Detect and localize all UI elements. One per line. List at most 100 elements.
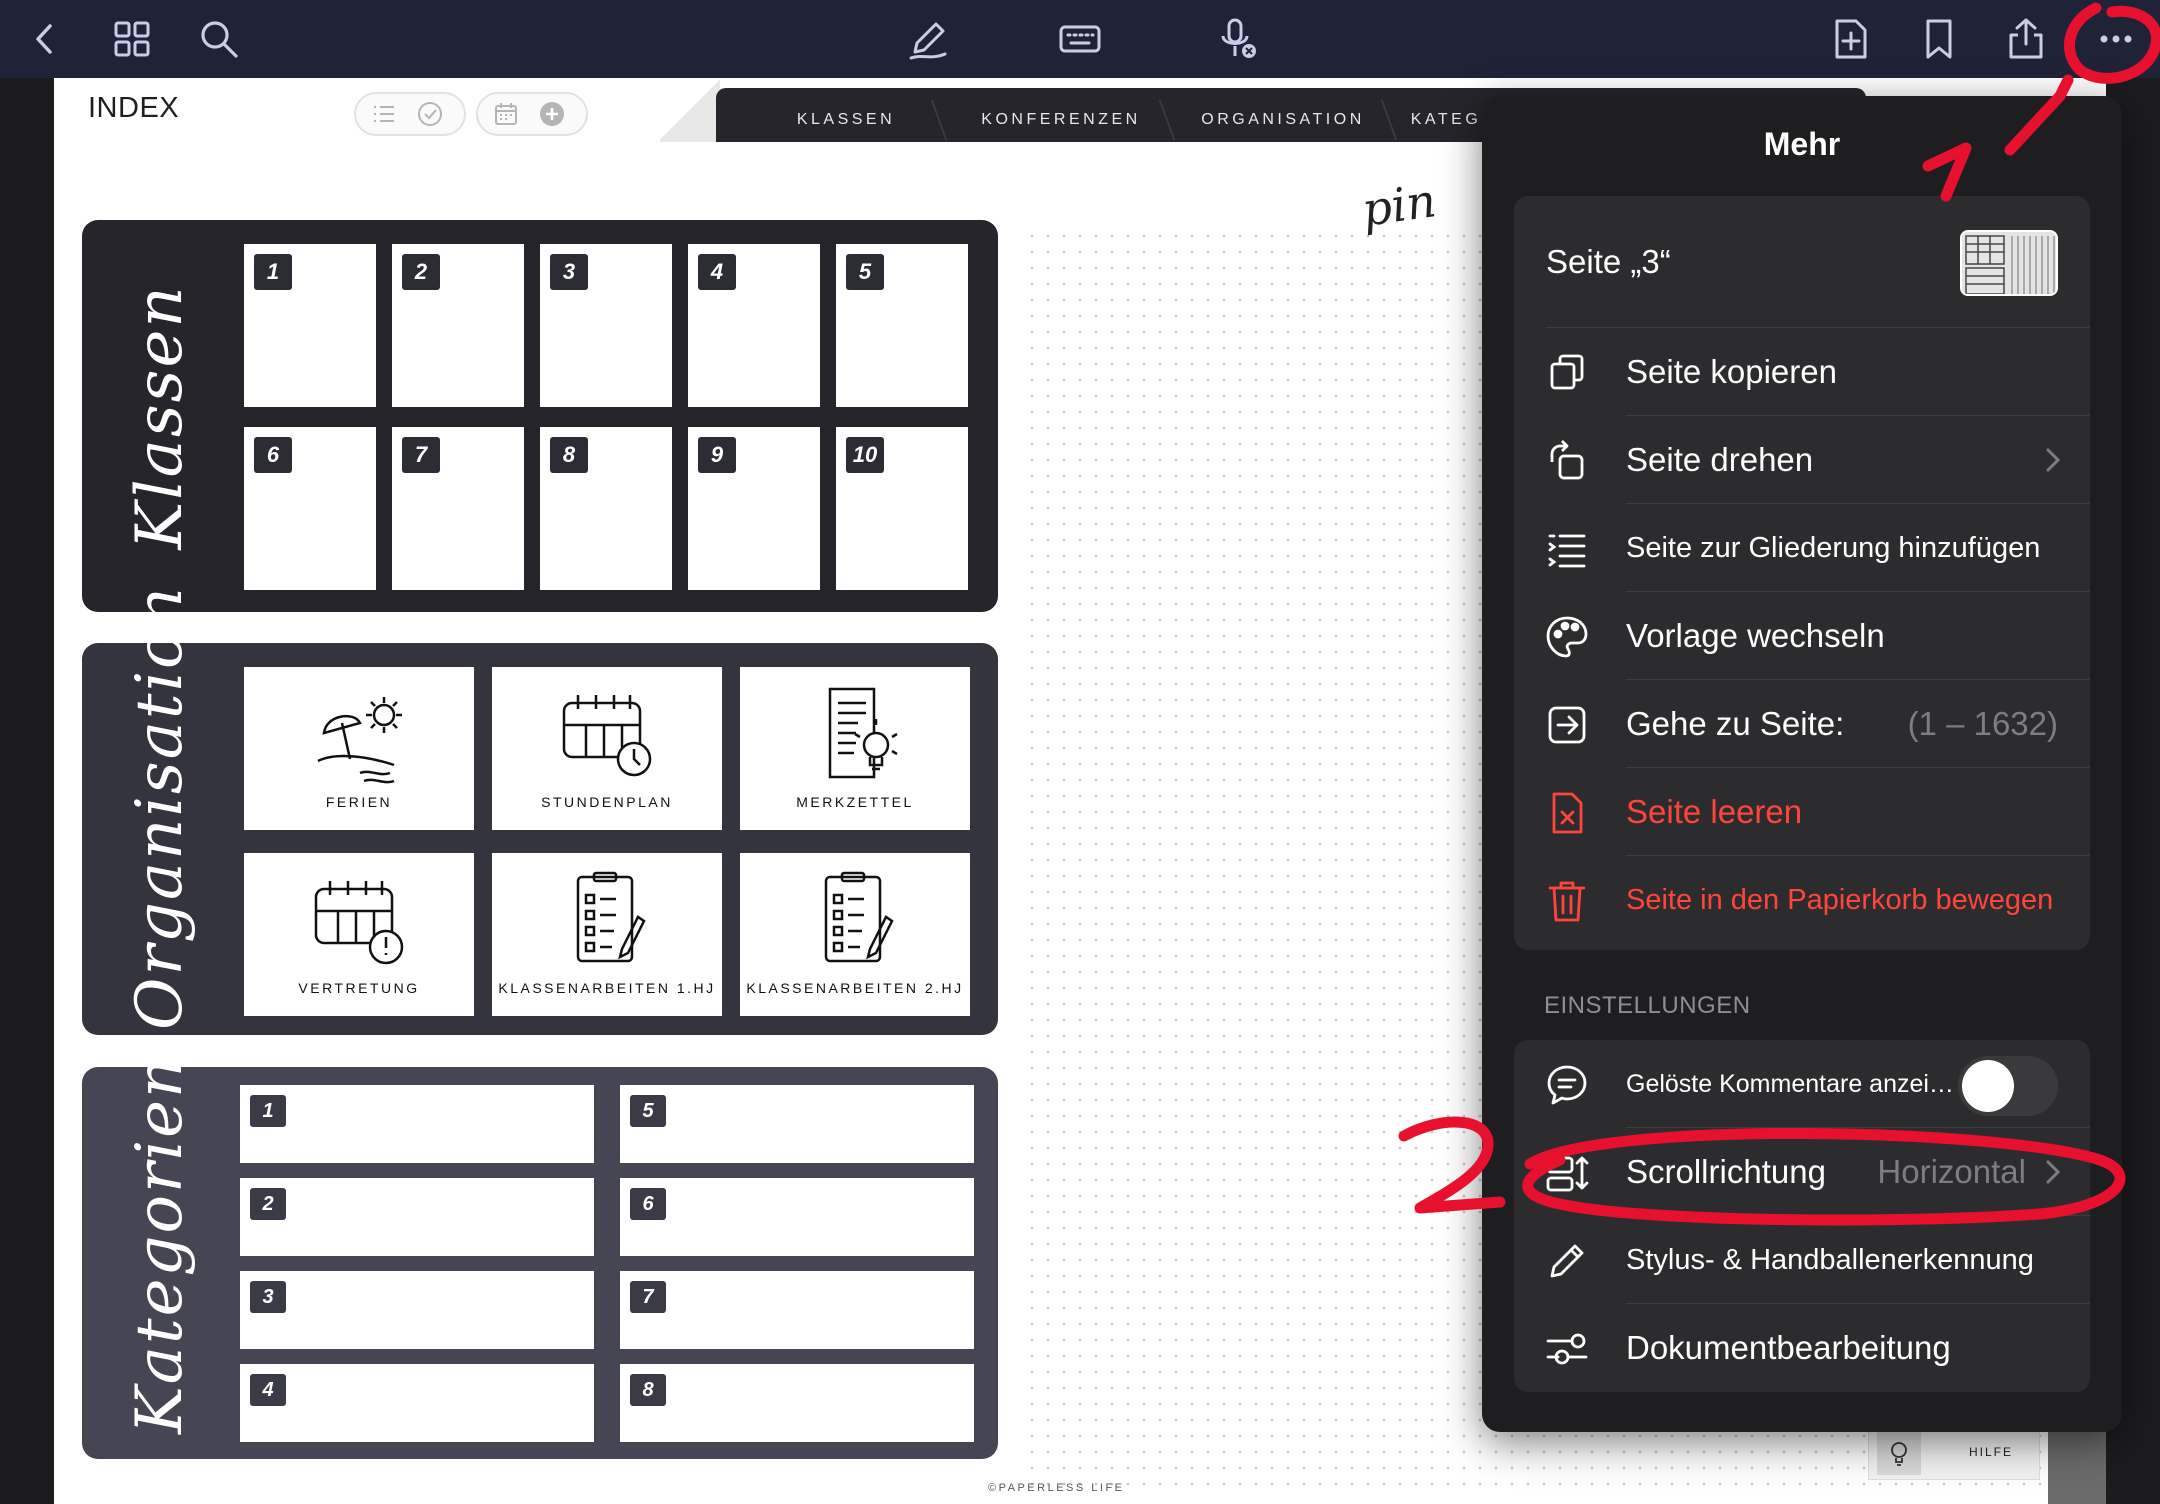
kategorie-number: 5 (630, 1095, 666, 1127)
ferien-card[interactable]: FERIEN (244, 667, 474, 830)
rotate-page-row[interactable]: Seite drehen (1514, 416, 2090, 504)
share-icon[interactable] (1995, 8, 2057, 70)
klasse-number: 2 (402, 254, 440, 290)
more-icon[interactable] (2085, 8, 2147, 70)
bookmark-icon[interactable] (1908, 8, 1970, 70)
document-editing-label: Dokumentbearbeitung (1626, 1329, 1951, 1366)
index-title: INDEX (88, 92, 180, 124)
klasse-card[interactable]: 5 (836, 244, 968, 407)
pen-icon[interactable] (897, 8, 959, 70)
rotate-icon (1544, 438, 1590, 484)
kategorie-row[interactable]: 3 (240, 1271, 594, 1349)
kategorie-number: 3 (250, 1281, 286, 1313)
klasse-card[interactable]: 4 (688, 244, 820, 407)
add-to-outline-label: Seite zur Gliederung hinzufügen (1626, 531, 2041, 564)
tab-divider (930, 100, 948, 140)
change-template-label: Vorlage wechseln (1626, 617, 1885, 654)
check-circle-icon[interactable] (416, 100, 444, 128)
kategorie-row[interactable]: 4 (240, 1364, 594, 1442)
change-template-row[interactable]: Vorlage wechseln (1514, 592, 2090, 680)
klassenarbeiten-1hj-label: KLASSENARBEITEN 1.HJ (498, 980, 716, 996)
tab-klassen[interactable]: KLASSEN (766, 98, 926, 142)
search-icon[interactable] (188, 8, 250, 70)
grid-icon[interactable] (101, 8, 163, 70)
stylus-palm-label: Stylus- & Handballenerkennung (1626, 1243, 2034, 1276)
settings-header: EINSTELLUNGEN (1544, 992, 1751, 1019)
kategorie-row[interactable]: 7 (620, 1271, 974, 1349)
klasse-card[interactable]: 10 (836, 427, 968, 590)
pencil-icon (1544, 1238, 1590, 1284)
beach-icon (317, 697, 402, 784)
outline-icon (1544, 526, 1590, 572)
kategorie-row[interactable]: 1 (240, 1085, 594, 1163)
kategorie-number: 2 (250, 1188, 286, 1220)
keyboard-icon[interactable] (1049, 8, 1111, 70)
popover-title: Mehr (1763, 126, 1841, 162)
microphone-off-icon[interactable] (1206, 8, 1268, 70)
kategorie-row[interactable]: 6 (620, 1178, 974, 1256)
klasse-card[interactable]: 7 (392, 427, 524, 590)
merkzettel-card[interactable]: MERKZETTEL (740, 667, 970, 830)
plus-circle-icon[interactable] (538, 100, 566, 128)
klassen-script-label: Klassen (123, 284, 197, 550)
vertretung-card[interactable]: VERTRETUNG (244, 853, 474, 1016)
calendar-pill[interactable] (476, 92, 588, 136)
scroll-direction-row[interactable]: Scrollrichtung Horizontal (1514, 1128, 2090, 1216)
rotate-page-label: Seite drehen (1626, 441, 1814, 478)
klasse-number: 6 (254, 437, 292, 473)
page-info-row[interactable]: Seite „3“ (1514, 196, 2090, 328)
copy-page-row[interactable]: Seite kopieren (1514, 328, 2090, 416)
list-icon[interactable] (370, 100, 398, 128)
merkzettel-label: MERKZETTEL (796, 794, 914, 810)
klassenarbeiten-1hj-card[interactable]: KLASSENARBEITEN 1.HJ (492, 853, 722, 1016)
klassenarbeiten-2hj-card[interactable]: KLASSENARBEITEN 2.HJ (740, 853, 970, 1016)
calendar-icon[interactable] (492, 100, 520, 128)
klasse-number: 10 (846, 437, 884, 473)
resolved-comments-row: Gelöste Kommentare anzei… (1514, 1040, 2090, 1128)
tab-organisation[interactable]: ORGANISATION (1184, 98, 1382, 142)
go-to-page-label: Gehe zu Seite: (1626, 705, 1845, 742)
lightbulb-icon (1877, 1431, 1921, 1475)
stundenplan-card[interactable]: STUNDENPLAN (492, 667, 722, 830)
klasse-card[interactable]: 2 (392, 244, 524, 407)
page-info-label: Seite „3“ (1546, 243, 1671, 280)
tab-kategorien[interactable]: KATEG (1406, 98, 1486, 142)
calendar-alert-icon (314, 881, 404, 965)
kategorie-row[interactable]: 8 (620, 1364, 974, 1442)
klasse-card[interactable]: 9 (688, 427, 820, 590)
help-button[interactable]: HILFE (1868, 1424, 2040, 1480)
resolved-comments-label: Gelöste Kommentare anzei… (1626, 1069, 1954, 1098)
document-editing-row[interactable]: Dokumentbearbeitung (1514, 1304, 2090, 1392)
back-icon[interactable] (14, 8, 76, 70)
top-toolbar (0, 0, 2160, 78)
kategorie-number: 6 (630, 1188, 666, 1220)
organisation-script-label: Organisation (123, 585, 197, 1030)
page-range-value[interactable]: (1 – 1632) (1908, 680, 2058, 768)
note-lightbulb-icon (828, 687, 898, 779)
klasse-card[interactable]: 3 (540, 244, 672, 407)
resolved-comments-toggle[interactable] (1958, 1056, 2058, 1116)
kategorie-row[interactable]: 5 (620, 1085, 974, 1163)
toggle-knob (1962, 1060, 2014, 1112)
klasse-number: 7 (402, 437, 440, 473)
kategorie-row[interactable]: 2 (240, 1178, 594, 1256)
stundenplan-label: STUNDENPLAN (541, 794, 673, 810)
klasse-card[interactable]: 6 (244, 427, 376, 590)
kategorie-number: 1 (250, 1095, 286, 1127)
stylus-palm-row[interactable]: Stylus- & Handballenerkennung (1514, 1216, 2090, 1304)
klasse-card[interactable]: 1 (244, 244, 376, 407)
outline-pill[interactable] (354, 92, 466, 136)
klasse-card[interactable]: 8 (540, 427, 672, 590)
page-fold (660, 78, 720, 142)
klasse-number: 9 (698, 437, 736, 473)
add-page-icon[interactable] (1820, 8, 1882, 70)
calendar-clock-icon (562, 695, 652, 777)
kategorien-script-label: Kategorien (123, 1054, 197, 1434)
clear-page-row[interactable]: Seite leeren (1514, 768, 2090, 856)
move-to-trash-row[interactable]: Seite in den Papierkorb bewegen (1514, 856, 2090, 944)
tab-konferenzen[interactable]: KONFERENZEN (966, 98, 1156, 142)
add-to-outline-row[interactable]: Seite zur Gliederung hinzufügen (1514, 504, 2090, 592)
clear-page-icon (1544, 790, 1590, 836)
more-popover: Mehr Seite „3“ Seite kopieren Seite dreh… (1482, 96, 2122, 1432)
go-to-page-row[interactable]: Gehe zu Seite: (1 – 1632) (1514, 680, 2090, 768)
